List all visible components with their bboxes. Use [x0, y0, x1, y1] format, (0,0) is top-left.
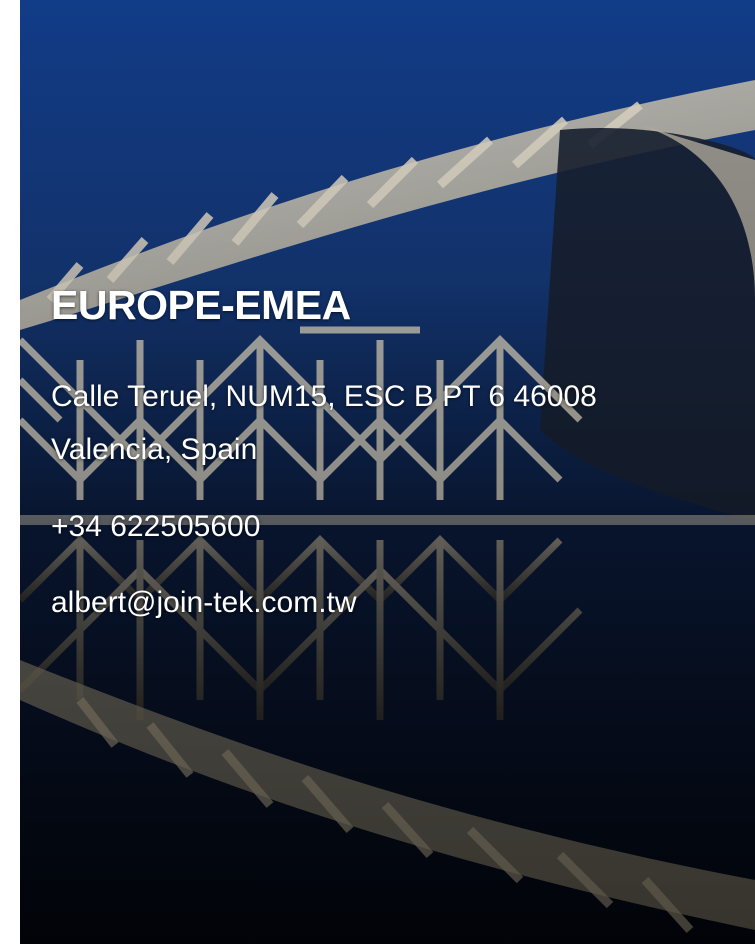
address-line-2: Valencia, Spain — [51, 433, 258, 466]
email-link[interactable]: albert@join-tek.com.tw — [51, 583, 357, 623]
region-title: EUROPE-EMEA — [51, 282, 351, 328]
office-info: EUROPE-EMEA Calle Teruel, NUM15, ESC B P… — [51, 280, 597, 623]
page: EUROPE-EMEA Calle Teruel, NUM15, ESC B P… — [0, 0, 755, 944]
office-card: EUROPE-EMEA Calle Teruel, NUM15, ESC B P… — [20, 0, 755, 944]
phone-link[interactable]: +34 622505600 — [51, 507, 260, 547]
address-line-1: Calle Teruel, NUM15, ESC B PT 6 46008 — [51, 380, 597, 413]
office-address: Calle Teruel, NUM15, ESC B PT 6 46008 Va… — [51, 370, 597, 476]
